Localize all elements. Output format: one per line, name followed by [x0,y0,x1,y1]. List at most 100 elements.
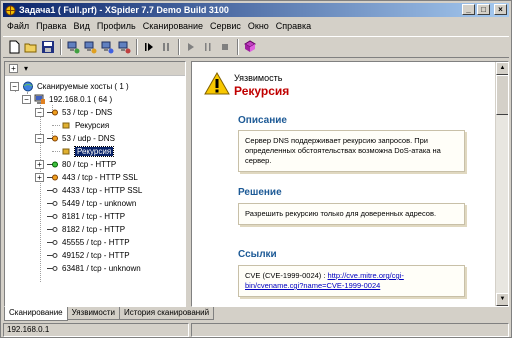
vertical-scrollbar[interactable]: ▲ ▼ [495,62,508,306]
port-plain-icon [47,211,59,222]
menu-service[interactable]: Сервис [210,21,241,31]
network-icon [22,81,34,92]
vulnerability-detail-pane: Уязвимость Рекурсия Описание Сервер DNS … [191,61,509,307]
port-plain-icon [47,224,59,235]
tree-port-63481-tcp[interactable]: 63481 / tcp - unknown [47,262,141,275]
bottom-tabs: Сканирование Уязвимости История сканиров… [4,307,215,321]
menu-view[interactable]: Вид [74,21,90,31]
scroll-thumb[interactable] [496,75,508,115]
port-orange-icon [47,107,59,118]
vuln-low-icon [60,146,72,157]
link-prefix: CVE (CVE-1999-0024) : [245,271,328,280]
expand-all-icon[interactable]: + [9,64,18,73]
toolbar [3,36,509,58]
scan-add-icon[interactable] [82,39,98,55]
menu-scan[interactable]: Сканирование [143,21,203,31]
tree-port-49152-tcp[interactable]: 49152 / tcp - HTTP [47,249,130,262]
tree-port-label: 63481 / tcp - unknown [62,264,141,273]
tree-port-80-tcp[interactable]: + 80 / tcp - HTTP [35,158,116,171]
tree-root-hosts[interactable]: − Сканируемые хосты ( 1 ) [10,80,129,93]
port-orange-icon [47,133,59,144]
tree-port-53-tcp[interactable]: − 53 / tcp - DNS [35,106,112,119]
tree-port-label: 8182 / tcp - HTTP [62,225,126,234]
tree-port-45555-tcp[interactable]: 45555 / tcp - HTTP [47,236,130,249]
toolbar-separator [237,39,239,55]
menu-profile[interactable]: Профиль [97,21,136,31]
tree-port-4433-tcp[interactable]: 4433 / tcp - HTTP SSL [47,184,142,197]
port-green-icon [47,159,59,170]
tree-root-label: Сканируемые хосты ( 1 ) [37,82,129,91]
menu-file[interactable]: Файл [7,21,29,31]
description-text: Сервер DNS поддерживает рекурсию запросо… [245,136,441,165]
scan-icon[interactable] [65,39,81,55]
menu-help[interactable]: Справка [276,21,311,31]
new-icon[interactable] [6,39,22,55]
hosts-tree-pane: + ▾ − Сканируемые хосты ( 1 ) − 192.168.… [4,61,186,307]
tree-port-label: 53 / tcp - DNS [62,108,113,117]
port-orange-icon [47,172,59,183]
toolbar-separator [60,39,62,55]
tree-port-label: 5449 / tcp - unknown [62,199,137,208]
menu-window[interactable]: Окно [248,21,269,31]
scroll-up-icon[interactable]: ▲ [496,62,508,75]
tree-vuln-recursion[interactable]: Рекурсия [60,119,109,132]
save-icon[interactable] [40,39,56,55]
collapse-host-icon[interactable]: − [22,95,31,104]
port-plain-icon [47,250,59,261]
collapse-root-icon[interactable]: − [10,82,19,91]
tree-port-53-udp[interactable]: − 53 / udp - DNS [35,132,115,145]
dropdown-arrow-icon[interactable]: ▾ [24,64,28,73]
menu-bar: Файл Правка Вид Профиль Сканирование Сер… [3,19,509,33]
tab-scan-history[interactable]: История сканирований [119,307,215,320]
expand-port-icon[interactable]: + [35,173,44,182]
solution-box: Разрешить рекурсию только для доверенных… [238,203,465,225]
detail-content: Уязвимость Рекурсия Описание Сервер DNS … [192,62,495,306]
open-icon[interactable] [23,39,39,55]
tree-port-label: 53 / udp - DNS [62,134,115,143]
description-title: Описание [238,115,287,126]
description-box: Сервер DNS поддерживает рекурсию запросо… [238,130,465,172]
step-icon[interactable] [141,39,157,55]
port-plain-icon [47,198,59,209]
minimize-button[interactable]: _ [462,4,475,15]
scan-config-icon[interactable] [116,39,132,55]
toolbar-separator [136,39,138,55]
tree-vuln-recursion-selected[interactable]: Рекурсия [60,145,115,158]
tree-port-label: 4433 / tcp - HTTP SSL [62,186,143,195]
menu-edit[interactable]: Правка [36,21,66,31]
toolbar-separator [178,39,180,55]
tree-host-label: 192.168.0.1 ( 64 ) [49,95,113,104]
hosts-tree: − Сканируемые хосты ( 1 ) − 192.168.0.1 … [5,76,185,306]
scroll-down-icon[interactable]: ▼ [496,293,508,306]
pause-icon[interactable] [158,39,174,55]
vuln-header: Уязвимость Рекурсия [204,72,289,98]
tree-port-443-tcp[interactable]: + 443 / tcp - HTTP SSL [35,171,138,184]
collapse-port-icon[interactable]: − [35,108,44,117]
tree-vuln-label: Рекурсия [73,146,115,157]
step-forward-icon[interactable] [200,39,216,55]
solution-title: Решение [238,187,282,198]
solution-text: Разрешить рекурсию только для доверенных… [245,209,437,218]
tree-port-8182-tcp[interactable]: 8182 / tcp - HTTP [47,223,125,236]
tree-host[interactable]: − 192.168.0.1 ( 64 ) [22,93,112,106]
tree-port-label: 49152 / tcp - HTTP [62,251,130,260]
links-box: CVE (CVE-1999-0024) : http://cve.mitre.o… [238,265,465,297]
book-icon[interactable] [242,39,258,55]
vuln-kind-label: Уязвимость [234,73,283,83]
vuln-name: Рекурсия [234,84,290,98]
tree-port-5449-tcp[interactable]: 5449 / tcp - unknown [47,197,136,210]
tab-scanning[interactable]: Сканирование [4,307,68,321]
tree-port-8181-tcp[interactable]: 8181 / tcp - HTTP [47,210,125,223]
stop-icon[interactable] [217,39,233,55]
tab-vulnerabilities[interactable]: Уязвимости [66,307,120,320]
title-bar[interactable]: Задача1 ( Full.prf) - XSpider 7.7 Demo B… [3,3,509,17]
close-button[interactable]: × [494,4,507,15]
expand-port-icon[interactable]: + [35,160,44,169]
collapse-port-icon[interactable]: − [35,134,44,143]
scan-host-icon[interactable] [99,39,115,55]
tree-port-label: 45555 / tcp - HTTP [62,238,130,247]
maximize-button[interactable]: □ [477,4,490,15]
tree-port-label: 443 / tcp - HTTP SSL [62,173,138,182]
window-title: Задача1 ( Full.prf) - XSpider 7.7 Demo B… [19,5,229,15]
play-icon[interactable] [183,39,199,55]
